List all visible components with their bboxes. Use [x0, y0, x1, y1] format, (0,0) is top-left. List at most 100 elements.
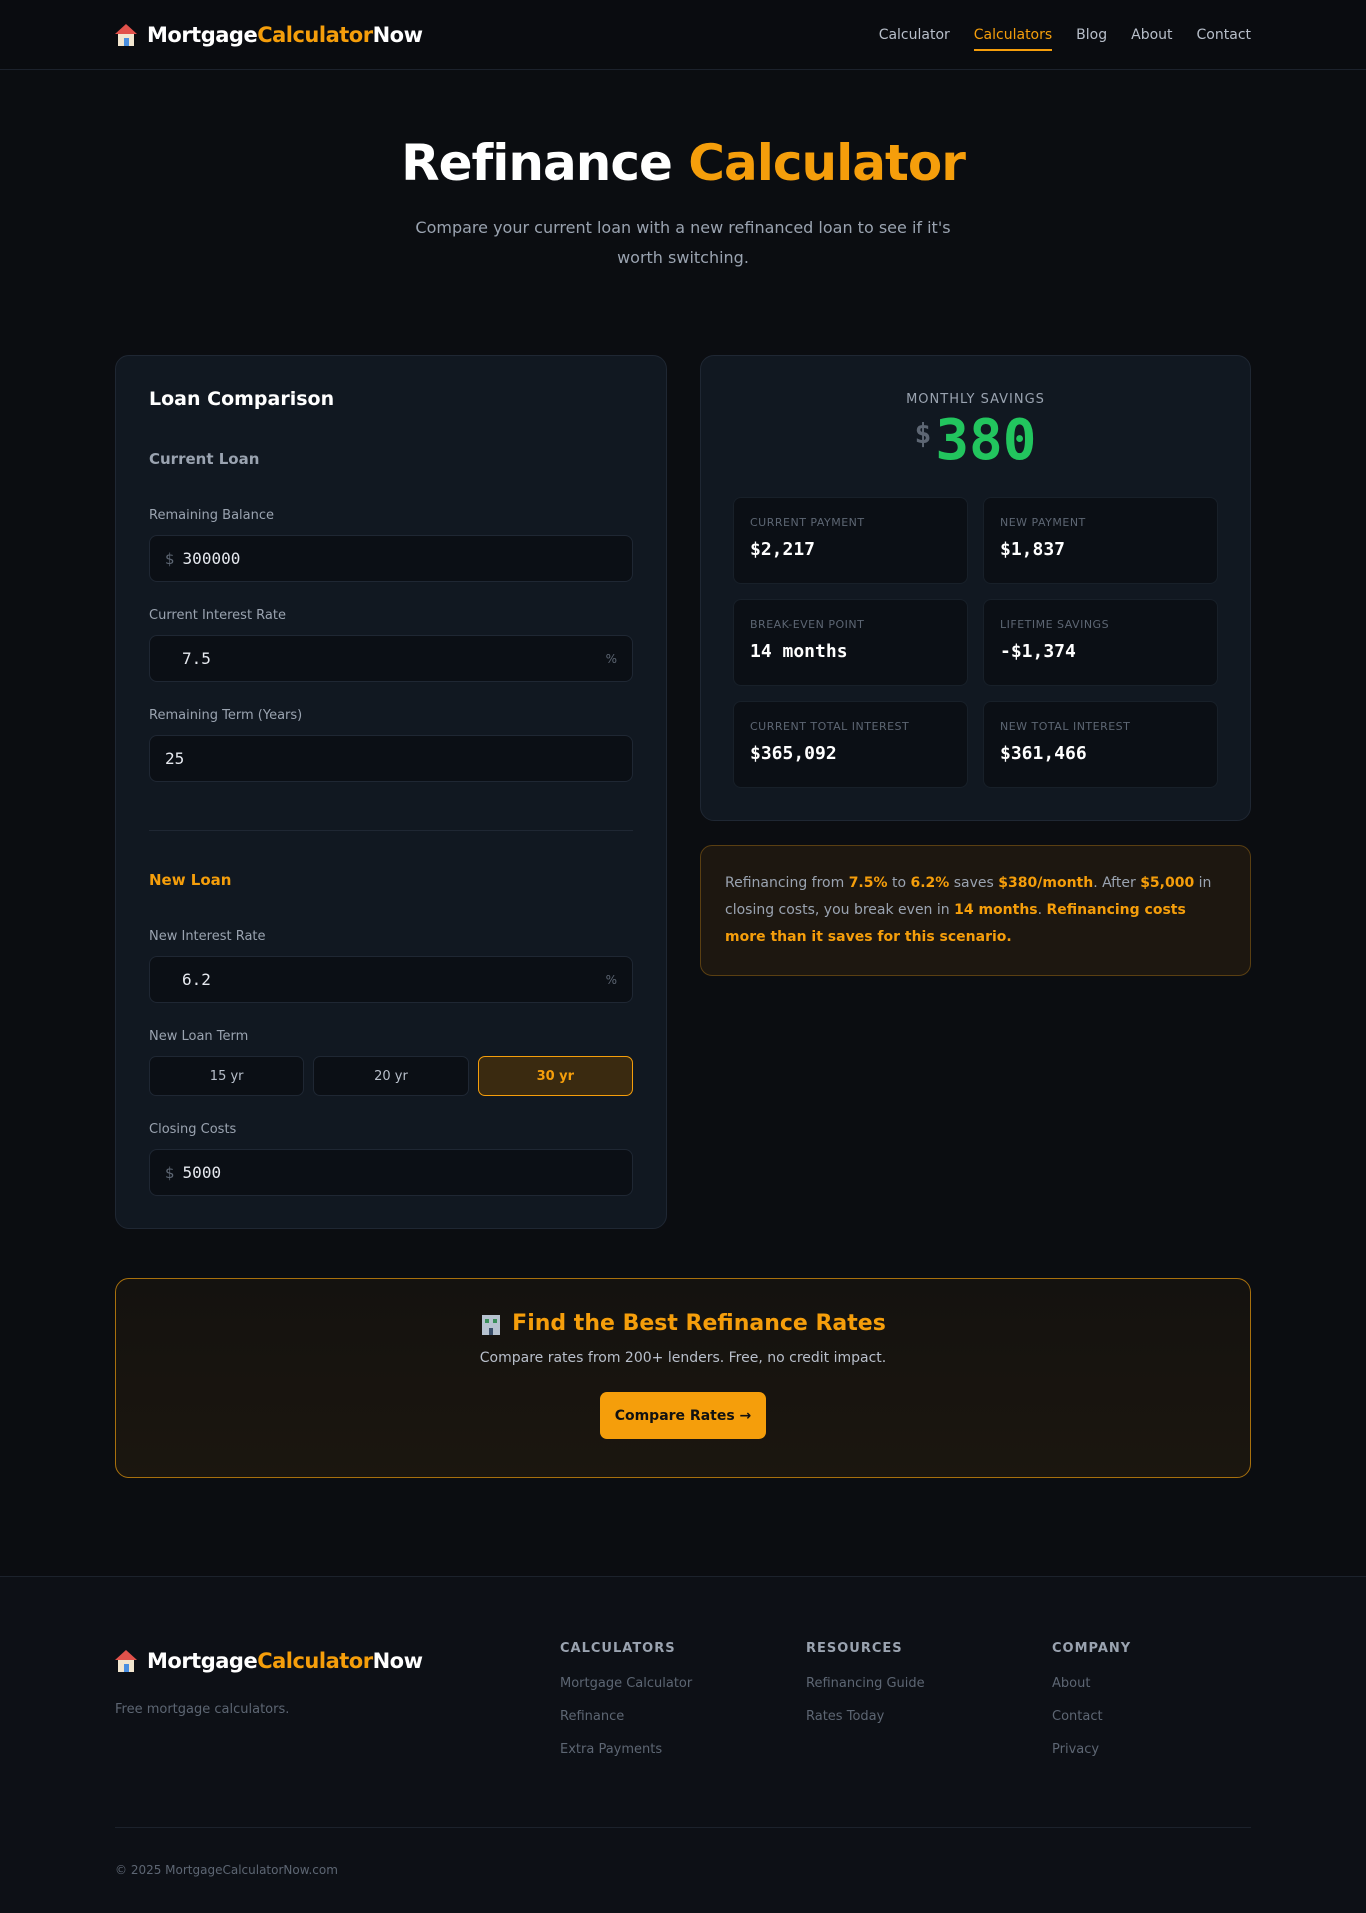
- footer-link[interactable]: Rates Today: [806, 1709, 925, 1724]
- footer-column-resources: RESOURCES Refinancing Guide Rates Today: [806, 1641, 925, 1724]
- footer-link[interactable]: Mortgage Calculator: [560, 1676, 692, 1691]
- stat-current-payment: CURRENT PAYMENT $2,217: [733, 497, 968, 584]
- summary-highlight: $5,000: [1140, 875, 1195, 891]
- term-options: 15 yr 20 yr 30 yr: [149, 1056, 633, 1096]
- stat-value: $2,217: [750, 539, 816, 560]
- percent-suffix: %: [605, 651, 617, 666]
- section-divider: [149, 830, 633, 831]
- term-30-button[interactable]: 30 yr: [477, 1056, 633, 1096]
- footer-link[interactable]: Refinancing Guide: [806, 1676, 925, 1691]
- term-20-button[interactable]: 20 yr: [313, 1056, 469, 1096]
- closing-costs-input[interactable]: $ 5000: [149, 1149, 633, 1196]
- dollar-prefix: $: [165, 1163, 175, 1182]
- remaining-term-input[interactable]: 25: [149, 735, 633, 782]
- cta-subtitle: Compare rates from 200+ lenders. Free, n…: [479, 1350, 887, 1366]
- house-icon: [115, 1650, 137, 1672]
- stat-value: $1,837: [1000, 539, 1066, 560]
- remaining-balance-label: Remaining Balance: [149, 508, 275, 523]
- new-rate-field: New Interest Rate 6.2 %: [149, 929, 633, 1003]
- stat-new-total-interest: NEW TOTAL INTEREST $361,466: [983, 701, 1218, 788]
- summary-text: .: [1037, 902, 1047, 918]
- stat-current-total-interest: CURRENT TOTAL INTEREST $365,092: [733, 701, 968, 788]
- summary-highlight: 7.5%: [848, 875, 888, 891]
- results-card: MONTHLY SAVINGS $ 380 CURRENT PAYMENT $2…: [700, 355, 1251, 821]
- new-loan-heading: New Loan: [149, 871, 232, 889]
- percent-suffix: %: [605, 972, 617, 987]
- nav-links: Calculator Calculators Blog About Contac…: [879, 21, 1251, 51]
- form-title: Loan Comparison: [149, 388, 335, 410]
- new-rate-value: 6.2: [182, 970, 211, 989]
- footer-column-company: COMPANY About Contact Privacy: [1052, 1641, 1131, 1757]
- footer-column-calculators: CALCULATORS Mortgage Calculator Refinanc…: [560, 1641, 692, 1757]
- nav-link-calculator[interactable]: Calculator: [879, 21, 950, 49]
- closing-costs-field: Closing Costs $ 5000: [149, 1122, 633, 1196]
- footer-link[interactable]: Refinance: [560, 1709, 692, 1724]
- stats-grid: CURRENT PAYMENT $2,217 NEW PAYMENT $1,83…: [733, 497, 1218, 788]
- summary-text: saves: [949, 875, 999, 891]
- new-rate-label: New Interest Rate: [149, 929, 266, 944]
- footer-link[interactable]: Contact: [1052, 1709, 1131, 1724]
- compare-rates-button[interactable]: Compare Rates →: [600, 1392, 766, 1439]
- stat-value: $361,466: [1000, 743, 1087, 764]
- footer-brand-logo[interactable]: MortgageCalculatorNow: [115, 1649, 423, 1673]
- page-subtitle: Compare your current loan with a new ref…: [415, 218, 951, 267]
- stat-label: CURRENT PAYMENT: [750, 516, 865, 529]
- stat-label: NEW PAYMENT: [1000, 516, 1086, 529]
- footer-column-heading: RESOURCES: [806, 1641, 903, 1656]
- footer-link[interactable]: About: [1052, 1676, 1131, 1691]
- new-term-label: New Loan Term: [149, 1029, 249, 1044]
- page-title: Refinance Calculator: [0, 136, 1366, 191]
- dollar-prefix: $: [165, 549, 175, 568]
- stat-lifetime-savings: LIFETIME SAVINGS -$1,374: [983, 599, 1218, 686]
- brand-text-2: Calculator: [257, 23, 373, 47]
- new-rate-input[interactable]: 6.2 %: [149, 956, 633, 1003]
- remaining-balance-field: Remaining Balance $ 300000: [149, 508, 633, 582]
- current-rate-input[interactable]: 7.5 %: [149, 635, 633, 682]
- nav-link-blog[interactable]: Blog: [1076, 21, 1107, 49]
- title-part-2: Calculator: [688, 134, 966, 192]
- closing-costs-value: 5000: [182, 1163, 222, 1182]
- stat-label: LIFETIME SAVINGS: [1000, 618, 1110, 631]
- monthly-savings-currency: $: [914, 417, 932, 450]
- stat-break-even: BREAK-EVEN POINT 14 months: [733, 599, 968, 686]
- hero: Refinance Calculator Compare your curren…: [0, 70, 1366, 273]
- cta-title: Find the Best Refinance Rates: [116, 1311, 1250, 1336]
- brand-text-3: Now: [372, 23, 423, 47]
- stat-label: BREAK-EVEN POINT: [750, 618, 865, 631]
- monthly-savings: $ 380: [733, 413, 1218, 469]
- footer-link[interactable]: Extra Payments: [560, 1742, 692, 1757]
- summary-highlight: 14 months: [954, 902, 1038, 918]
- nav-link-contact[interactable]: Contact: [1197, 21, 1251, 49]
- stat-value: 14 months: [750, 641, 848, 662]
- summary-text: . After: [1093, 875, 1141, 891]
- brand-text-1: Mortgage: [147, 1649, 258, 1673]
- stat-value: $365,092: [750, 743, 837, 764]
- footer: MortgageCalculatorNow Free mortgage calc…: [0, 1576, 1366, 1913]
- monthly-savings-label: MONTHLY SAVINGS: [906, 392, 1045, 407]
- summary-text: to: [887, 875, 911, 891]
- brand-text-3: Now: [372, 1649, 423, 1673]
- footer-column-heading: COMPANY: [1052, 1641, 1132, 1656]
- footer-link[interactable]: Privacy: [1052, 1742, 1131, 1757]
- stat-value: -$1,374: [1000, 641, 1076, 662]
- brand-logo[interactable]: MortgageCalculatorNow: [115, 23, 423, 47]
- current-rate-value: 7.5: [182, 649, 211, 668]
- stat-label: CURRENT TOTAL INTEREST: [750, 720, 910, 733]
- stat-label: NEW TOTAL INTEREST: [1000, 720, 1131, 733]
- term-15-button[interactable]: 15 yr: [149, 1056, 305, 1096]
- title-part-1: Refinance: [401, 134, 673, 192]
- monthly-savings-value: 380: [935, 408, 1037, 473]
- nav-link-calculators[interactable]: Calculators: [973, 21, 1053, 51]
- remaining-balance-input[interactable]: $ 300000: [149, 535, 633, 582]
- calculator-grid: Loan Comparison Current Loan Remaining B…: [115, 355, 1251, 1229]
- footer-column-heading: CALCULATORS: [560, 1641, 676, 1656]
- footer-copyright: © 2025 MortgageCalculatorNow.com: [115, 1863, 338, 1877]
- brand-text-1: Mortgage: [147, 23, 258, 47]
- footer-tagline: Free mortgage calculators.: [115, 1702, 290, 1717]
- current-rate-label: Current Interest Rate: [149, 608, 286, 623]
- top-nav: MortgageCalculatorNow Calculator Calcula…: [0, 0, 1366, 70]
- current-loan-heading: Current Loan: [149, 450, 260, 468]
- summary-box: Refinancing from 7.5% to 6.2% saves $380…: [700, 845, 1251, 976]
- nav-link-about[interactable]: About: [1131, 21, 1172, 49]
- remaining-term-value: 25: [165, 749, 185, 768]
